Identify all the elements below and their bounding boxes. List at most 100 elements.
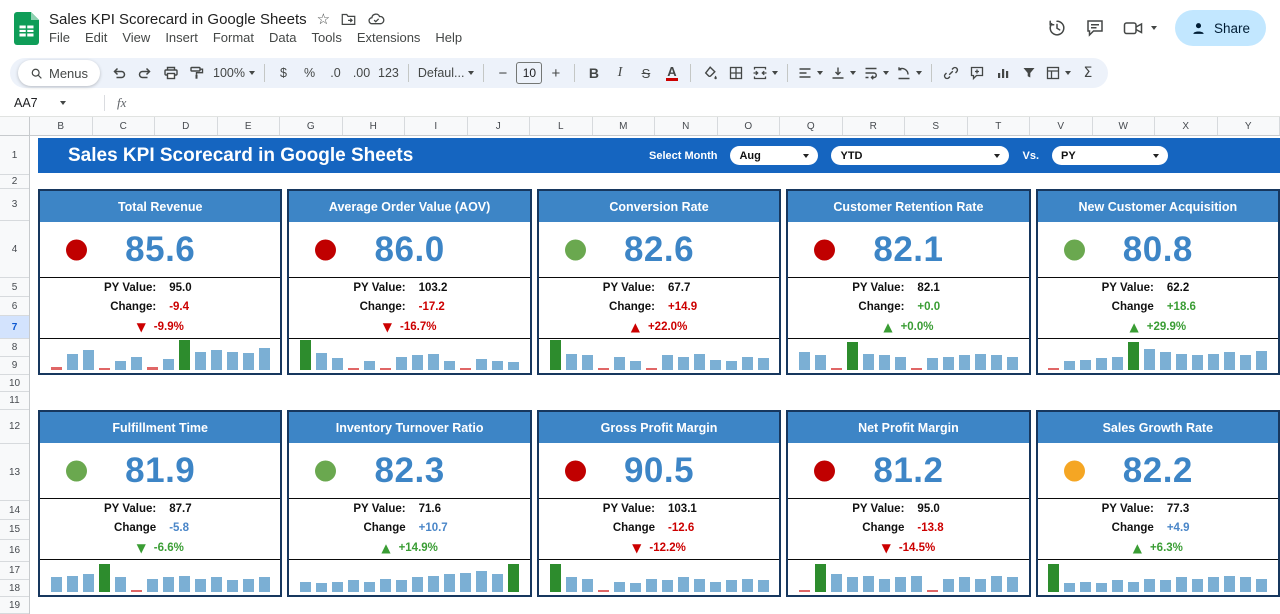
menu-format[interactable]: Format [206,29,261,46]
column-header-C[interactable]: C [93,117,156,135]
row-header-3[interactable]: 3 [0,189,29,221]
menu-data[interactable]: Data [262,29,303,46]
column-header-X[interactable]: X [1155,117,1218,135]
insert-link-button[interactable] [938,60,963,86]
menu-tools[interactable]: Tools [304,29,348,46]
column-header-R[interactable]: R [843,117,906,135]
redo-button[interactable] [132,60,157,86]
menu-insert[interactable]: Insert [158,29,205,46]
row-header-12[interactable]: 12 [0,410,29,444]
sheets-logo-icon[interactable] [14,12,39,45]
document-title[interactable]: Sales KPI Scorecard in Google Sheets [49,11,307,28]
kpi-card[interactable]: Average Order Value (AOV)86.0PY Value:10… [287,189,531,375]
kpi-card[interactable]: Total Revenue85.6PY Value:95.0Change:-9.… [38,189,282,375]
text-wrap-button[interactable] [860,60,892,86]
increase-decimal-button[interactable]: .00 [349,60,374,86]
column-header-H[interactable]: H [343,117,406,135]
row-header-11[interactable]: 11 [0,392,29,410]
column-header-J[interactable]: J [468,117,531,135]
row-header-13[interactable]: 13 [0,444,29,501]
video-call-caret-icon[interactable] [1151,26,1157,30]
column-header-D[interactable]: D [155,117,218,135]
font-size-input[interactable]: 10 [516,62,542,84]
compare-dropdown[interactable]: PY [1052,146,1168,165]
column-header-I[interactable]: I [405,117,468,135]
horizontal-align-button[interactable] [794,60,826,86]
insert-comment-button[interactable] [964,60,989,86]
print-button[interactable] [158,60,183,86]
kpi-card[interactable]: Fulfillment Time81.9PY Value:87.7Change-… [38,410,282,597]
column-header-S[interactable]: S [905,117,968,135]
share-button[interactable]: Share [1175,10,1266,46]
menu-file[interactable]: File [42,29,77,46]
currency-format-button[interactable]: $ [271,60,296,86]
row-header-19[interactable]: 19 [0,597,29,614]
row-header-16[interactable]: 16 [0,540,29,562]
row-header-14[interactable]: 14 [0,501,29,520]
menu-extensions[interactable]: Extensions [350,29,428,46]
row-header-1[interactable]: 1 [0,136,29,175]
functions-button[interactable]: Σ [1075,60,1100,86]
version-history-icon[interactable] [1047,18,1067,38]
row-header-10[interactable]: 10 [0,375,29,392]
insert-chart-button[interactable] [990,60,1015,86]
row-header-6[interactable]: 6 [0,297,29,316]
row-header-15[interactable]: 15 [0,520,29,540]
decrease-decimal-button[interactable]: .0 [323,60,348,86]
grid-area[interactable]: Sales KPI Scorecard in Google Sheets Sel… [30,136,1280,614]
menu-help[interactable]: Help [428,29,469,46]
column-header-N[interactable]: N [655,117,718,135]
create-filter-button[interactable] [1016,60,1041,86]
more-formats-button[interactable]: 123 [375,60,402,86]
column-header-L[interactable]: L [530,117,593,135]
fill-color-button[interactable] [697,60,722,86]
name-box-caret-icon[interactable] [60,101,66,105]
bold-button[interactable]: B [581,60,606,86]
select-all-corner[interactable] [0,117,30,136]
video-camera-icon[interactable] [1123,19,1143,37]
percent-format-button[interactable]: % [297,60,322,86]
column-header-G[interactable]: G [280,117,343,135]
menu-edit[interactable]: Edit [78,29,114,46]
kpi-card[interactable]: Net Profit Margin81.2PY Value:95.0Change… [786,410,1030,597]
column-header-Q[interactable]: Q [780,117,843,135]
zoom-selector[interactable]: 100% [210,60,258,86]
text-rotation-button[interactable] [893,60,925,86]
row-header-7[interactable]: 7 [0,316,29,339]
video-call-control[interactable] [1123,19,1157,37]
period-dropdown[interactable]: YTD [831,146,1009,165]
kpi-card[interactable]: Customer Retention Rate82.1PY Value:82.1… [786,189,1030,375]
decrease-font-size-button[interactable]: − [490,60,515,86]
kpi-card[interactable]: New Customer Acquisition80.8PY Value:62.… [1036,189,1280,375]
column-header-V[interactable]: V [1030,117,1093,135]
italic-button[interactable]: I [607,60,632,86]
move-folder-icon[interactable] [340,11,357,27]
borders-button[interactable] [723,60,748,86]
row-header-5[interactable]: 5 [0,278,29,297]
month-dropdown[interactable]: Aug [730,146,818,165]
merge-cells-button[interactable] [749,60,781,86]
column-header-W[interactable]: W [1093,117,1156,135]
increase-font-size-button[interactable]: + [543,60,568,86]
fx-icon[interactable]: fx [117,95,126,111]
row-header-4[interactable]: 4 [0,221,29,278]
filter-views-button[interactable] [1042,60,1074,86]
star-icon[interactable]: ☆ [317,10,330,28]
menu-view[interactable]: View [115,29,157,46]
paint-format-button[interactable] [184,60,209,86]
row-header-17[interactable]: 17 [0,562,29,580]
font-selector[interactable]: Defaul... [415,60,478,86]
comments-icon[interactable] [1085,18,1105,38]
column-header-E[interactable]: E [218,117,281,135]
column-header-T[interactable]: T [968,117,1031,135]
column-header-Y[interactable]: Y [1218,117,1280,135]
row-header-18[interactable]: 18 [0,580,29,597]
column-header-O[interactable]: O [718,117,781,135]
vertical-align-button[interactable] [827,60,859,86]
row-header-2[interactable]: 2 [0,175,29,189]
text-color-button[interactable]: A [666,65,677,81]
column-header-B[interactable]: B [30,117,93,135]
row-header-8[interactable]: 8 [0,339,29,357]
row-header-9[interactable]: 9 [0,357,29,375]
search-menus-button[interactable]: Menus [18,60,100,86]
